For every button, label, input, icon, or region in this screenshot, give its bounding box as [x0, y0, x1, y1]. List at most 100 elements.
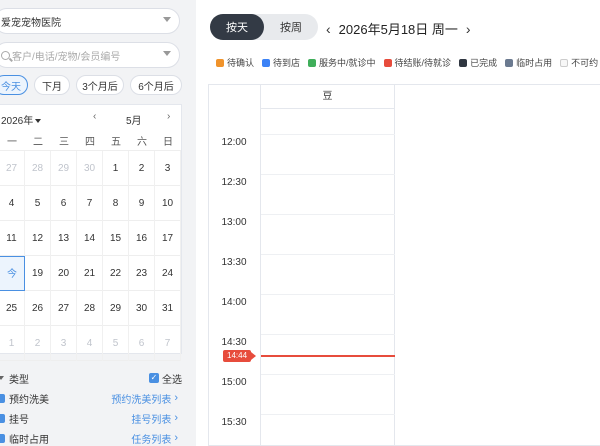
chevron-down-icon — [163, 51, 171, 56]
select-all-label: 全选 — [162, 374, 182, 386]
type-header-row: 类型 ✓ 全选 — [0, 368, 186, 388]
calendar-day[interactable]: 28 — [77, 291, 103, 326]
chevron-down-icon — [35, 119, 42, 124]
calendar-day[interactable]: 13 — [51, 221, 77, 256]
legend-label: 不可约 — [571, 58, 599, 68]
calendar-day[interactable]: 6 — [129, 326, 155, 361]
calendar-day[interactable]: 9 — [129, 186, 155, 221]
calendar-day[interactable]: 10 — [155, 186, 181, 221]
view-day-button[interactable]: 按天 — [210, 14, 264, 40]
time-label: 12:00 — [221, 137, 247, 148]
calendar-day[interactable]: 17 — [155, 221, 181, 256]
calendar-day[interactable]: 5 — [103, 326, 129, 361]
calendar-day[interactable]: 24 — [155, 256, 181, 291]
time-slot-line — [261, 134, 395, 135]
legend-item: 已完成 — [459, 56, 497, 69]
weekday-label: 五 — [111, 137, 121, 148]
time-slot-line — [261, 214, 395, 215]
legend-swatch — [560, 58, 569, 67]
calendar-day[interactable]: 14 — [77, 221, 103, 256]
chevron-down-icon — [163, 17, 171, 22]
calendar-day[interactable]: 11 — [0, 221, 25, 256]
legend-label: 待到店 — [273, 58, 301, 68]
current-time-line — [261, 355, 395, 357]
calendar-day[interactable]: 29 — [103, 291, 129, 326]
next-day-button[interactable]: › — [466, 21, 471, 37]
legend-label: 待结账/待就诊 — [394, 58, 452, 68]
weekday-label: 六 — [137, 137, 147, 148]
resource-column[interactable] — [261, 109, 395, 446]
type-label: 挂号 — [9, 414, 29, 426]
calendar-day[interactable]: 28 — [25, 151, 51, 186]
calendar-day[interactable]: 3 — [51, 326, 77, 361]
customer-search-input[interactable]: 客户/电话/宠物/会员编号 — [0, 42, 180, 68]
link-label: 挂号列表 — [131, 414, 172, 426]
view-week-button[interactable]: 按周 — [264, 14, 318, 40]
calendar-day[interactable]: 7 — [155, 326, 181, 361]
left-panel: 爱宠宠物医院 客户/电话/宠物/会员编号 今天 下月 3个月后 6个月后 202… — [0, 0, 190, 446]
calendar-day[interactable]: 2 — [25, 326, 51, 361]
calendar-day[interactable]: 2 — [129, 151, 155, 186]
today-button[interactable]: 今天 — [0, 75, 28, 95]
calendar-day-today[interactable]: 今 — [0, 256, 25, 291]
calendar-day[interactable]: 29 — [51, 151, 77, 186]
type-checkbox[interactable] — [0, 433, 5, 443]
calendar-day[interactable]: 8 — [103, 186, 129, 221]
legend-swatch — [216, 58, 224, 67]
schedule-panel: 按天 按周 ‹ 2026年5月18日 周一 › 待确认 待到店 服务中/就诊中 待结账… — [196, 0, 600, 446]
prev-day-button[interactable]: ‹ — [326, 21, 331, 37]
type-checkbox[interactable] — [0, 413, 5, 423]
status-legend: 待确认 待到店 服务中/就诊中 待结账/待就诊 已完成 临时占用 不可约 — [216, 56, 598, 69]
calendar-week: 11 12 13 14 15 16 17 — [0, 221, 181, 256]
three-months-later-button[interactable]: 3个月后 — [76, 75, 124, 95]
chevron-right-icon: › — [174, 392, 178, 404]
link-label: 预约洗美列表 — [111, 394, 172, 406]
calendar-day[interactable]: 21 — [77, 256, 103, 291]
time-slot-line — [261, 374, 395, 375]
calendar-day[interactable]: 1 — [0, 326, 25, 361]
store-select[interactable]: 爱宠宠物医院 — [0, 8, 180, 34]
select-all-checkbox[interactable]: ✓ 全选 — [149, 371, 182, 386]
calendar-day[interactable]: 3 — [155, 151, 181, 186]
six-months-later-button[interactable]: 6个月后 — [130, 75, 182, 95]
time-label: 14:30 — [221, 337, 247, 348]
calendar-day[interactable]: 19 — [25, 256, 51, 291]
calendar-day[interactable]: 6 — [51, 186, 77, 221]
calendar-day[interactable]: 4 — [77, 326, 103, 361]
type-checkbox[interactable] — [0, 393, 5, 403]
type-list-link[interactable]: 任务列表 › — [131, 431, 178, 446]
calendar-day[interactable]: 31 — [155, 291, 181, 326]
calendar-day[interactable]: 7 — [77, 186, 103, 221]
calendar-day[interactable]: 4 — [0, 186, 25, 221]
calendar-day[interactable]: 1 — [103, 151, 129, 186]
legend-swatch — [383, 58, 392, 67]
calendar-day[interactable]: 20 — [51, 256, 77, 291]
calendar-day[interactable]: 5 — [25, 186, 51, 221]
type-label: 预约洗美 — [9, 394, 49, 406]
weekday-label: 日 — [163, 137, 173, 148]
year-select[interactable]: 2026年 — [1, 112, 42, 127]
calendar-day[interactable]: 16 — [129, 221, 155, 256]
calendar-day[interactable]: 15 — [103, 221, 129, 256]
calendar-day[interactable]: 22 — [103, 256, 129, 291]
schedule-grid: 豆 14:44 12:00 12:30 13:00 13:30 14:00 14:30 15… — [208, 84, 600, 446]
calendar-day[interactable]: 30 — [129, 291, 155, 326]
time-label: 12:30 — [221, 177, 247, 188]
calendar-day[interactable]: 12 — [25, 221, 51, 256]
prev-month-button[interactable]: ‹ — [93, 111, 96, 122]
calendar-day[interactable]: 25 — [0, 291, 25, 326]
calendar-day[interactable]: 27 — [51, 291, 77, 326]
month-label: 5月 — [126, 116, 142, 127]
legend-label: 临时占用 — [516, 58, 553, 68]
legend-item: 待到店 — [262, 56, 300, 69]
calendar-day[interactable]: 27 — [0, 151, 25, 186]
type-list-link[interactable]: 挂号列表 › — [131, 411, 178, 426]
next-month-button[interactable]: 下月 — [34, 75, 70, 95]
calendar-day[interactable]: 30 — [77, 151, 103, 186]
calendar-day[interactable]: 23 — [129, 256, 155, 291]
weekday-label: 一 — [7, 137, 17, 148]
collapse-caret-icon[interactable] — [0, 376, 4, 380]
next-month-arrow-button[interactable]: › — [167, 111, 170, 122]
type-list-link[interactable]: 预约洗美列表 › — [111, 391, 178, 406]
calendar-day[interactable]: 26 — [25, 291, 51, 326]
